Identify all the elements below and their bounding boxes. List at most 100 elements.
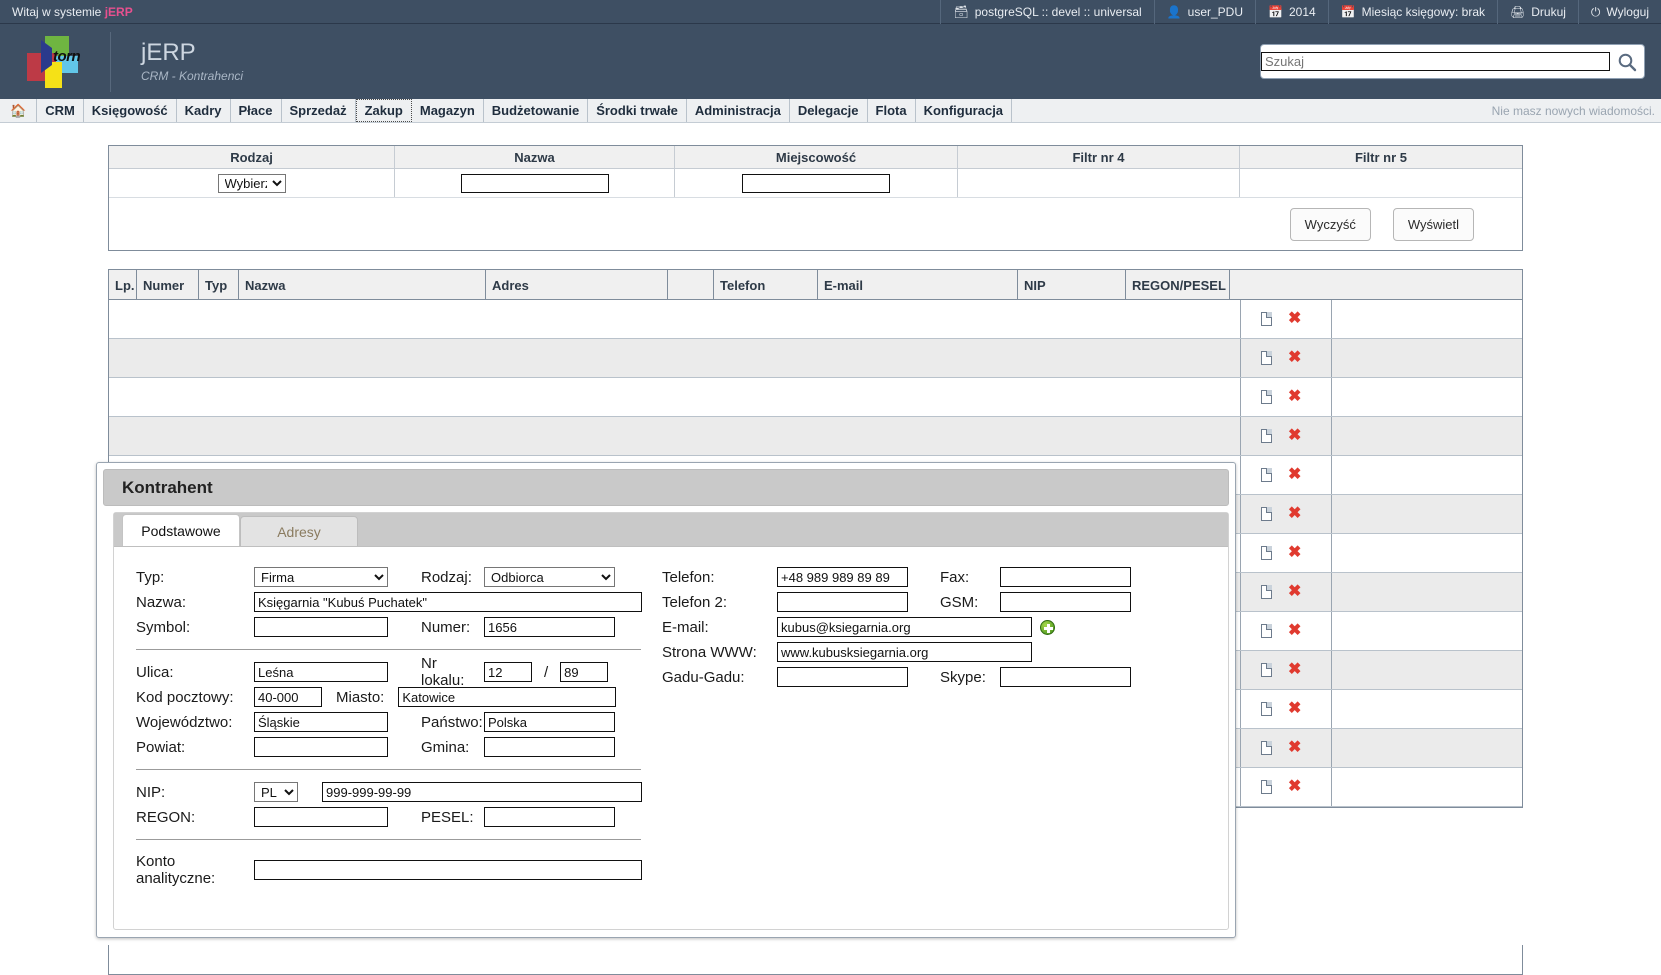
input-nr-lokalu[interactable]	[560, 662, 609, 682]
show-results-button[interactable]: Wyświetl	[1392, 207, 1474, 241]
clear-filters-button[interactable]: Wyczyść	[1289, 207, 1371, 241]
document-icon[interactable]	[1261, 468, 1272, 482]
topbar-database-info[interactable]: 🗃 postgreSQL :: devel :: universal	[940, 0, 1153, 24]
document-icon[interactable]	[1261, 780, 1272, 794]
input-konto-analityczne[interactable]	[254, 860, 642, 880]
select-typ[interactable]: Firma	[254, 567, 388, 587]
nav-item-crm[interactable]: CRM	[37, 99, 84, 122]
nav-item-konfiguracja[interactable]: Konfiguracja	[916, 99, 1013, 122]
input-gmina[interactable]	[484, 737, 615, 757]
delete-x-icon[interactable]: ✖	[1288, 623, 1301, 639]
nav-item-flota[interactable]: Flota	[868, 99, 916, 122]
input-miasto[interactable]	[398, 687, 617, 707]
modal-tabbar: Podstawowe Adresy	[114, 513, 1228, 547]
delete-x-icon[interactable]: ✖	[1288, 662, 1301, 678]
delete-x-icon[interactable]: ✖	[1288, 584, 1301, 600]
filter-select-rodzaj[interactable]: Wybierz	[217, 173, 286, 193]
document-icon[interactable]	[1261, 741, 1272, 755]
delete-x-icon[interactable]: ✖	[1288, 467, 1301, 483]
input-wojewodztwo[interactable]	[254, 712, 388, 732]
input-email[interactable]	[777, 617, 1032, 637]
topbar-logout-button[interactable]: ⏻ Wyloguj	[1577, 0, 1661, 24]
nav-item-budzetowanie[interactable]: Budżetowanie	[484, 99, 589, 122]
form-divider-1	[136, 649, 641, 650]
input-nazwa[interactable]	[254, 592, 642, 612]
table-row[interactable]: ✖	[109, 300, 1522, 339]
document-icon[interactable]	[1261, 390, 1272, 404]
nav-item-srodki-trwale[interactable]: Środki trwałe	[588, 99, 687, 122]
nav-item-delegacje[interactable]: Delegacje	[790, 99, 868, 122]
input-gsm[interactable]	[1000, 592, 1131, 612]
delete-x-icon[interactable]: ✖	[1288, 701, 1301, 717]
delete-x-icon[interactable]: ✖	[1288, 350, 1301, 366]
input-numer[interactable]	[484, 617, 615, 637]
row-nip: NIP: PL	[136, 780, 666, 804]
input-pesel[interactable]	[484, 807, 615, 827]
nav-item-magazyn[interactable]: Magazyn	[412, 99, 484, 122]
label-konto-analityczne: Konto analityczne:	[136, 853, 216, 887]
delete-x-icon[interactable]: ✖	[1288, 389, 1301, 405]
document-icon[interactable]	[1261, 351, 1272, 365]
input-regon[interactable]	[254, 807, 388, 827]
delete-x-icon[interactable]: ✖	[1288, 506, 1301, 522]
document-icon[interactable]	[1261, 429, 1272, 443]
document-icon[interactable]	[1261, 312, 1272, 326]
table-row[interactable]: ✖	[109, 417, 1522, 456]
input-ulica[interactable]	[254, 662, 388, 682]
filter-input-nazwa[interactable]	[460, 173, 609, 193]
input-panstwo[interactable]	[484, 712, 615, 732]
logo-container[interactable]: torn	[0, 35, 110, 88]
document-icon[interactable]	[1261, 585, 1272, 599]
document-icon[interactable]	[1261, 663, 1272, 677]
document-icon[interactable]	[1261, 624, 1272, 638]
delete-x-icon[interactable]: ✖	[1288, 740, 1301, 756]
input-symbol[interactable]	[254, 617, 388, 637]
input-kod-pocztowy[interactable]	[254, 687, 322, 707]
input-gadu-gadu[interactable]	[777, 667, 908, 687]
form-left-column: Typ: Firma Rodzaj: Odbiorca Nazwa: Księg…	[136, 565, 666, 891]
input-telefon2[interactable]	[777, 592, 908, 612]
add-plus-icon[interactable]	[1040, 619, 1055, 635]
tab-adresy[interactable]: Adresy	[240, 516, 358, 546]
row-regon-pesel: REGON: PESEL:	[136, 805, 666, 829]
table-header-lp: Lp.	[109, 270, 137, 300]
delete-x-icon[interactable]: ✖	[1288, 311, 1301, 327]
nav-item-place[interactable]: Płace	[231, 99, 282, 122]
nav-item-administracja[interactable]: Administracja	[687, 99, 790, 122]
input-fax[interactable]	[1000, 567, 1131, 587]
table-row[interactable]: ✖	[109, 339, 1522, 378]
filter-input-miejscowosc[interactable]	[742, 173, 890, 193]
delete-x-icon[interactable]: ✖	[1288, 545, 1301, 561]
label-powiat: Powiat:	[136, 738, 186, 756]
select-nip-prefix[interactable]: PL	[254, 782, 298, 802]
search-input[interactable]	[1261, 52, 1610, 71]
table-row[interactable]: ✖	[109, 378, 1522, 417]
topbar-print-button[interactable]: 🖨 Drukuj	[1497, 0, 1578, 24]
topbar-year[interactable]: 📅 2014	[1255, 0, 1328, 24]
input-powiat[interactable]	[254, 737, 388, 757]
nav-item-kadry[interactable]: Kadry	[177, 99, 231, 122]
nav-item-ksiegowosc[interactable]: Księgowość	[84, 99, 177, 122]
table-row-actions: ✖	[1240, 456, 1332, 494]
topbar-accounting-month[interactable]: 📅 Miesiąc księgowy: brak	[1327, 0, 1497, 24]
table-row-actions: ✖	[1240, 651, 1332, 689]
nav-item-sprzedaz[interactable]: Sprzedaż	[282, 99, 356, 122]
input-nip[interactable]	[322, 782, 642, 802]
document-icon[interactable]	[1261, 702, 1272, 716]
select-rodzaj[interactable]: Odbiorca	[484, 567, 615, 587]
nav-home[interactable]: 🏠	[0, 99, 38, 122]
delete-x-icon[interactable]: ✖	[1288, 428, 1301, 444]
input-nr-budynku[interactable]	[484, 662, 532, 682]
input-skype[interactable]	[1000, 667, 1131, 687]
input-telefon[interactable]	[777, 567, 908, 587]
nav-item-zakup[interactable]: Zakup	[355, 99, 412, 122]
search-icon[interactable]	[1610, 52, 1644, 72]
search-box[interactable]	[1260, 44, 1645, 79]
table-header-row: Lp. Numer Typ Nazwa Adres Telefon E-mail…	[109, 270, 1522, 300]
tab-podstawowe[interactable]: Podstawowe	[122, 514, 240, 546]
document-icon[interactable]	[1261, 507, 1272, 521]
document-icon[interactable]	[1261, 546, 1272, 560]
input-www[interactable]	[777, 642, 1032, 662]
delete-x-icon[interactable]: ✖	[1288, 779, 1301, 795]
topbar-user[interactable]: 👤 user_PDU	[1153, 0, 1255, 24]
